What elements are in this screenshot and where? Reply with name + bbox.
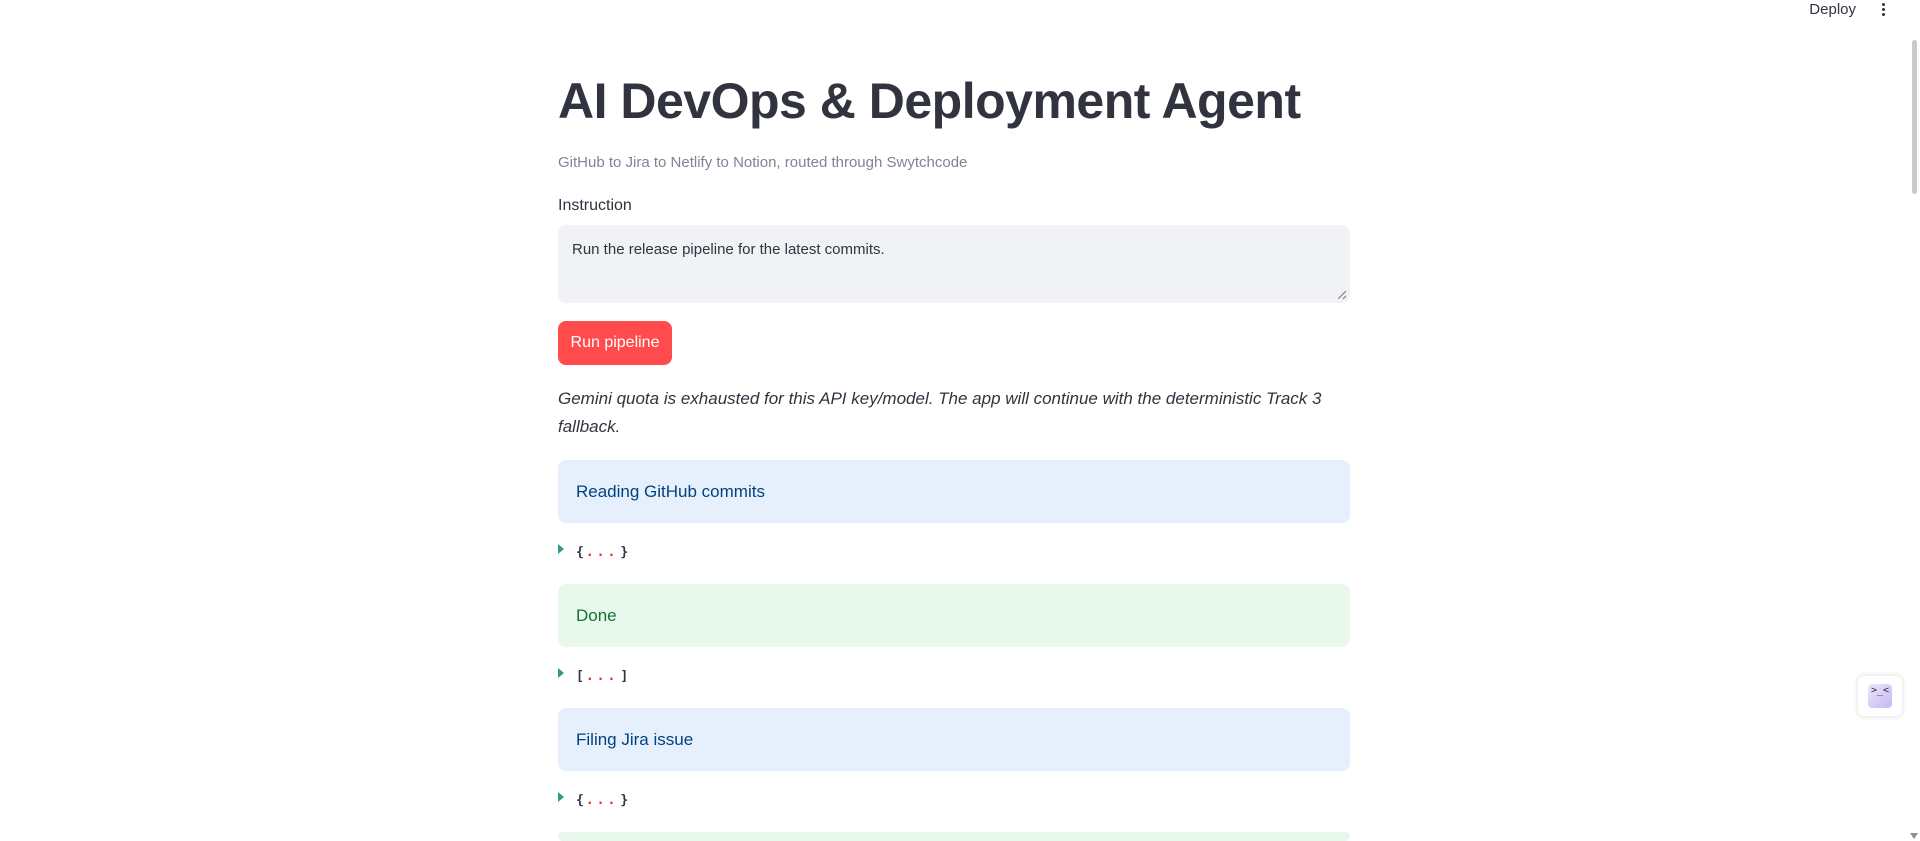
instruction-textarea[interactable]: [572, 241, 1336, 285]
json-close-bracket: ]: [620, 668, 629, 684]
page-subtitle: GitHub to Jira to Netlify to Notion, rou…: [558, 154, 968, 171]
json-close-bracket: }: [620, 544, 629, 560]
menu-dot: [1882, 12, 1885, 16]
menu-dot: [1882, 7, 1885, 11]
json-ellipsis: ...: [585, 792, 619, 808]
json-open-bracket: {: [576, 792, 584, 808]
instruction-label: Instruction: [558, 197, 632, 214]
json-open-bracket: [: [576, 668, 584, 684]
json-ellipsis: ...: [585, 668, 619, 684]
step-alert-filing-jira: Filing Jira issue: [558, 708, 1350, 771]
kebab-menu-icon[interactable]: [1882, 2, 1886, 16]
quota-notice: Gemini quota is exhausted for this API k…: [558, 389, 1322, 436]
expand-caret-icon[interactable]: [558, 544, 564, 554]
step-alert-text: Done: [576, 605, 617, 625]
page-scrollbar[interactable]: [1908, 0, 1920, 841]
deploy-button[interactable]: Deploy: [1809, 1, 1856, 18]
scroll-down-arrow-icon[interactable]: [1910, 833, 1918, 839]
expand-caret-icon[interactable]: [558, 668, 564, 678]
side-widget[interactable]: >_<: [1858, 676, 1902, 716]
json-ellipsis: ...: [585, 544, 619, 560]
json-open-bracket: {: [576, 544, 584, 560]
step-alert-partial: [558, 832, 1350, 841]
json-expander[interactable]: { ... }: [558, 542, 628, 562]
menu-dot: [1882, 2, 1885, 6]
step-alert-done: Done: [558, 584, 1350, 647]
step-alert-text: Filing Jira issue: [576, 729, 694, 749]
step-alert-reading-commits: Reading GitHub commits: [558, 460, 1350, 523]
instruction-textarea-container: [558, 225, 1350, 303]
json-expander[interactable]: [ ... ]: [558, 666, 628, 686]
resize-handle-icon[interactable]: [1338, 291, 1346, 299]
scrollbar-thumb[interactable]: [1912, 40, 1917, 194]
top-toolbar: Deploy: [1809, 0, 1920, 18]
page-title: AI DevOps & Deployment Agent: [558, 73, 1301, 129]
step-alert-text: Reading GitHub commits: [576, 481, 765, 501]
terminal-icon: >_<: [1868, 684, 1892, 708]
json-close-bracket: }: [620, 792, 629, 808]
expand-caret-icon[interactable]: [558, 792, 564, 802]
run-pipeline-button[interactable]: Run pipeline: [558, 321, 672, 365]
json-expander[interactable]: { ... }: [558, 790, 628, 810]
